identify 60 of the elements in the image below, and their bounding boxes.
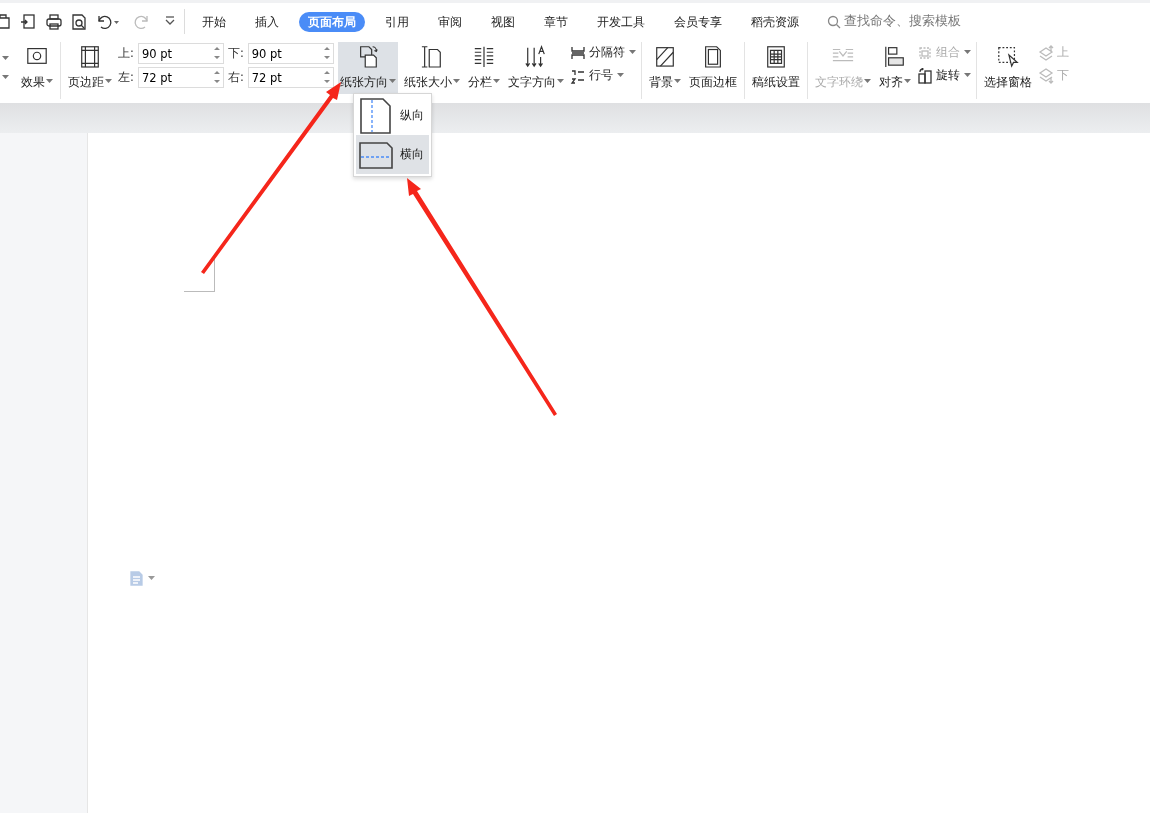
print-preview-button[interactable] xyxy=(70,12,88,31)
group-icon xyxy=(916,44,933,61)
spin-arrows-icon xyxy=(322,46,331,60)
ribbon-tab[interactable]: 章节 xyxy=(535,11,577,32)
spin-field[interactable]: 90 pt xyxy=(247,43,334,64)
field-label: 右: xyxy=(227,68,244,86)
ribbon-button[interactable]: 分隔符 xyxy=(569,44,636,62)
spin-field[interactable]: 72 pt xyxy=(247,67,334,88)
line-numbers-icon xyxy=(569,67,586,84)
ribbon-button[interactable]: 页面边框 xyxy=(686,42,739,94)
ribbon-tab[interactable]: 开发工具 xyxy=(588,11,654,32)
ribbon-tab[interactable]: 视图 xyxy=(482,11,524,32)
ribbon-button[interactable]: 效果 xyxy=(19,42,55,94)
save-button[interactable] xyxy=(0,12,13,31)
ribbon-button[interactable]: 稿纸设置 xyxy=(749,42,802,94)
ribbon-button[interactable]: 分栏 xyxy=(465,42,502,94)
field-label: 下: xyxy=(227,44,244,62)
print-preview-icon xyxy=(70,12,88,31)
ribbon-tab[interactable]: 引用 xyxy=(376,11,418,32)
send-backward-icon xyxy=(1037,67,1054,84)
section-break-icon xyxy=(569,44,586,61)
ribbon-tab[interactable]: 开始 xyxy=(193,11,235,32)
spin-field[interactable]: 90 pt xyxy=(137,43,224,64)
search-field[interactable]: 查找命令、搜索模板 xyxy=(844,12,994,31)
ribbon-button[interactable]: 行号 xyxy=(569,67,636,85)
spin-arrows-icon xyxy=(322,70,331,84)
portrait-icon xyxy=(358,96,394,135)
caret-icon xyxy=(2,75,9,80)
print-button[interactable] xyxy=(45,12,63,31)
caret-icon xyxy=(2,56,9,61)
rotate-icon xyxy=(916,67,933,84)
ribbon-button[interactable]: 旋转 xyxy=(916,67,971,85)
ribbon-button[interactable]: 纸张方向 xyxy=(337,42,398,94)
caret-icon xyxy=(113,18,120,25)
ribbon-button[interactable]: 背景 xyxy=(646,42,683,94)
document-icon xyxy=(130,571,143,586)
ribbon-button[interactable]: 文字方向 xyxy=(505,42,566,94)
search-icon xyxy=(827,14,841,29)
caret-icon xyxy=(148,576,155,581)
ribbon-tab[interactable]: 插入 xyxy=(246,11,288,32)
ribbon-tab[interactable]: 会员专享 xyxy=(665,11,731,32)
spin-arrows-icon xyxy=(212,46,221,60)
landscape-icon xyxy=(358,139,394,170)
ribbon-button[interactable]: 对齐 xyxy=(876,42,913,94)
bring-forward-icon xyxy=(1037,44,1054,61)
ribbon-button[interactable]: 选择窗格 xyxy=(981,42,1034,94)
field-label: 左: xyxy=(118,68,134,86)
ribbon-button[interactable]: 纸张大小 xyxy=(401,42,462,94)
ribbon-tab[interactable]: 审阅 xyxy=(429,11,471,32)
ribbon-button[interactable]: 页边距 xyxy=(66,42,114,94)
export-button[interactable] xyxy=(20,12,38,31)
save-icon xyxy=(0,12,13,31)
ribbon-tab[interactable]: 稻壳资源 xyxy=(742,11,808,32)
field-label: 上: xyxy=(118,44,134,62)
spin-field[interactable]: 72 pt xyxy=(137,67,224,88)
menu-item[interactable]: 横向 xyxy=(356,135,429,174)
menu-item[interactable]: 纵向 xyxy=(356,96,429,135)
spin-arrows-icon xyxy=(212,70,221,84)
export-icon xyxy=(20,12,38,31)
print-icon xyxy=(45,12,63,31)
